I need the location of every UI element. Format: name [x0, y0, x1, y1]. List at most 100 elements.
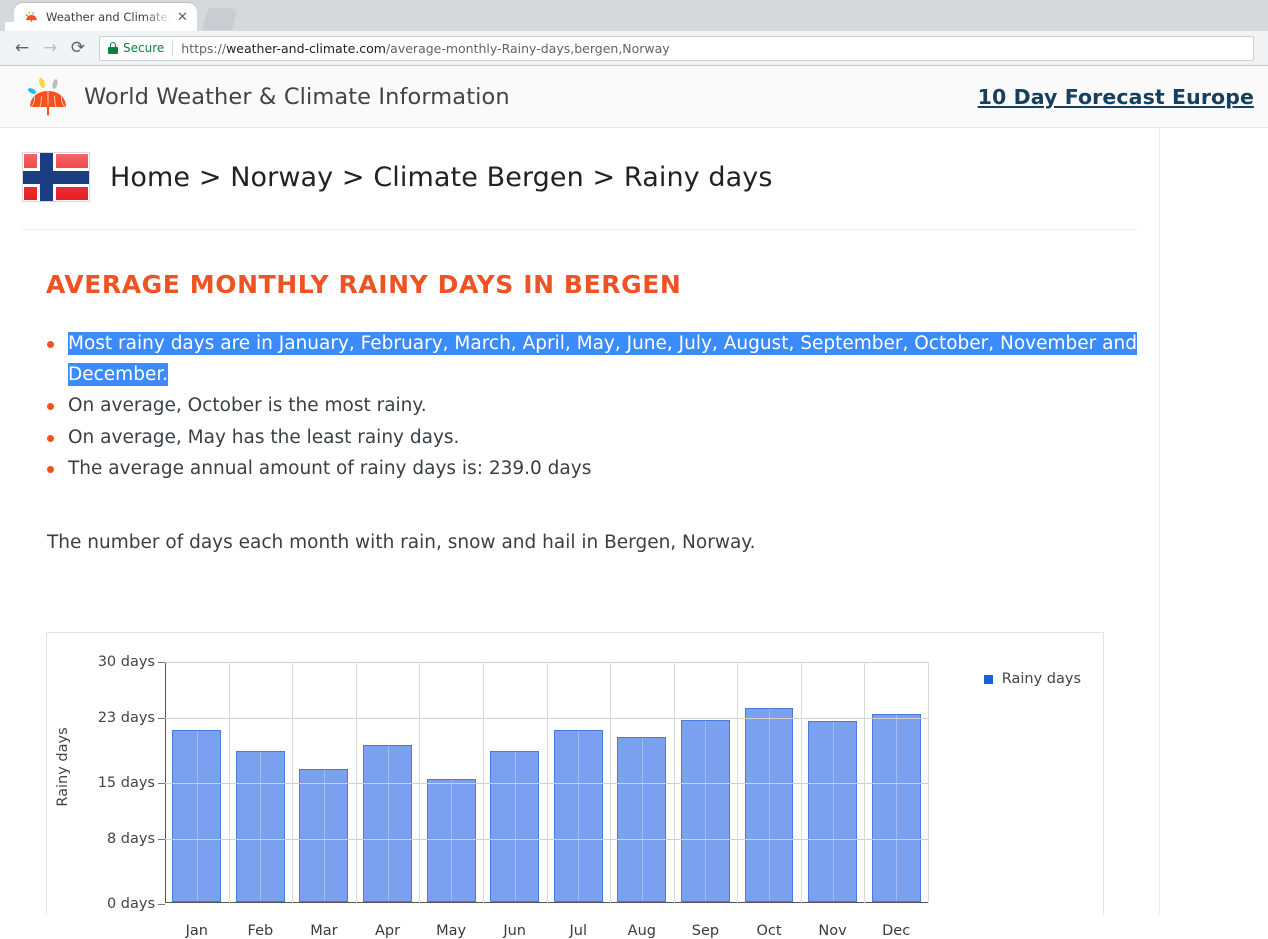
- chart-bar-midline: [641, 738, 643, 901]
- ten-day-forecast-europe-link[interactable]: 10 Day Forecast Europe: [978, 85, 1254, 109]
- tab-title: Weather and Climate: Be: [46, 10, 172, 24]
- chart-bar-nov[interactable]: [808, 721, 858, 902]
- chart-bar-may[interactable]: [426, 779, 476, 902]
- chart-gridline-vertical: [800, 662, 802, 903]
- browser-tab[interactable]: Weather and Climate: Be ✕: [14, 3, 197, 31]
- url-path: /average-monthly-Rainy-days,bergen,Norwa…: [385, 40, 670, 56]
- reload-icon[interactable]: ⟳: [64, 34, 92, 62]
- chart-bar-sep[interactable]: [680, 719, 730, 902]
- chart-bar-midline: [196, 731, 198, 901]
- chart-caption: The number of days each month with rain,…: [47, 531, 756, 553]
- chart-x-tick-label: Jan: [185, 923, 208, 939]
- chart-bar-midline: [387, 745, 389, 901]
- chart-y-tick-mark: [158, 783, 165, 784]
- chart-y-tick-mark: [158, 662, 165, 663]
- chart-gridline-vertical: [228, 662, 230, 903]
- chart-bar-slot: [165, 662, 229, 902]
- rainy-days-chart[interactable]: Rainy days 0 days 8 days 15 days 23 days 30 …: [46, 632, 1104, 939]
- new-tab-button[interactable]: [201, 8, 239, 30]
- page-title: Average monthly Rainy days in Bergen: [46, 270, 682, 299]
- chart-inner: Rainy days 0 days 8 days 15 days 23 days 30 …: [47, 633, 1103, 939]
- lock-icon: [108, 42, 118, 54]
- chart-bar-midline: [260, 752, 262, 901]
- chart-bar-slot: [483, 662, 547, 902]
- chart-x-axis-labels: Jan Feb Mar Apr May Jun Jul Aug Sep Oct Nov Dec: [165, 923, 928, 939]
- chart-x-tick-label: Aug: [627, 923, 656, 939]
- chart-bar-slot: [801, 662, 865, 902]
- site-name: World Weather & Climate Information: [84, 83, 510, 110]
- chart-bar-jul[interactable]: [553, 730, 603, 902]
- chart-bar-dec[interactable]: [871, 714, 921, 902]
- chart-bar-mar[interactable]: [299, 768, 349, 902]
- chart-bar-apr[interactable]: [363, 744, 413, 902]
- browser-toolbar: ← → ⟳ Secure https://weather-and-climate…: [0, 31, 1268, 66]
- legend-swatch-icon: [983, 674, 993, 684]
- chart-bar-slot: [864, 662, 928, 902]
- breadcrumb-text[interactable]: Home > Norway > Climate Bergen > Rainy d…: [110, 162, 773, 193]
- fact-text: On average, October is the most rainy.: [68, 395, 427, 416]
- chart-y-tick-label: 0 days: [106, 896, 155, 912]
- site-header: World Weather & Climate Information 10 D…: [0, 66, 1268, 128]
- umbrella-favicon: [24, 10, 39, 25]
- chart-plot-area: [165, 662, 929, 903]
- url-scheme: https://: [181, 40, 227, 56]
- chart-gridline-vertical: [419, 662, 421, 903]
- page-body: Home > Norway > Climate Bergen > Rainy d…: [0, 128, 1268, 939]
- chart-bar-slot: [229, 662, 293, 902]
- fact-text-selected: Most rainy days are in January, February…: [68, 332, 1137, 386]
- chart-bar-aug[interactable]: [617, 737, 667, 902]
- breadcrumb: Home > Norway > Climate Bergen > Rainy d…: [0, 128, 1159, 202]
- chart-gridline-vertical: [546, 662, 548, 903]
- list-item: On average, May has the least rainy days…: [0, 423, 1159, 454]
- back-arrow-icon[interactable]: ←: [8, 34, 36, 62]
- address-bar[interactable]: Secure https://weather-and-climate.com/a…: [99, 35, 1254, 61]
- chart-bar-feb[interactable]: [235, 751, 285, 902]
- fact-text: On average, May has the least rainy days…: [68, 426, 460, 448]
- chart-bar-midline: [768, 709, 770, 901]
- list-item: The average annual amount of rainy days …: [0, 454, 1159, 485]
- list-item: On average, October is the most rainy.: [0, 391, 1159, 422]
- chart-gridline-vertical: [355, 662, 357, 903]
- chart-y-axis-title: Rainy days: [55, 727, 71, 807]
- chart-x-tick-label: Mar: [310, 923, 338, 939]
- url-host: weather-and-climate.com: [226, 40, 386, 56]
- chart-x-tick-label: Nov: [818, 923, 847, 939]
- chart-x-tick-label: Jul: [569, 923, 588, 939]
- chart-bar-midline: [832, 722, 834, 901]
- forward-arrow-icon[interactable]: →: [36, 34, 64, 62]
- chart-bar-slot: [292, 662, 356, 902]
- chart-y-tick-label: 15 days: [97, 775, 155, 791]
- url-text: https://weather-and-climate.com/average-…: [181, 41, 669, 56]
- chart-y-tick-mark: [158, 839, 165, 841]
- chart-bar-jun[interactable]: [490, 751, 540, 902]
- chart-gridline-vertical: [610, 662, 612, 903]
- chart-bar-midline: [323, 769, 325, 901]
- close-icon[interactable]: ✕: [174, 9, 191, 26]
- chart-y-tick-label: 23 days: [97, 710, 155, 727]
- chart-x-tick-label: Jun: [503, 923, 526, 939]
- chart-y-tick-mark: [158, 904, 165, 905]
- chart-y-tick-mark: [158, 718, 165, 720]
- chart-bar-jan[interactable]: [172, 730, 222, 902]
- tab-strip: Weather and Climate: Be ✕: [0, 0, 1268, 31]
- chart-gridline-vertical: [864, 662, 866, 903]
- security-status-label: Secure: [123, 41, 165, 55]
- chart-y-tick-label: 8 days: [106, 831, 155, 848]
- chart-bar-oct[interactable]: [744, 708, 794, 902]
- content-divider: [22, 229, 1137, 230]
- chart-legend: Rainy days: [983, 671, 1081, 687]
- chart-bar-midline: [578, 731, 580, 901]
- chart-gridline-vertical: [737, 662, 739, 903]
- chart-y-tick-label: 30 days: [97, 654, 155, 670]
- chart-gridline-vertical: [928, 662, 929, 903]
- chart-bar-slot: [419, 662, 483, 902]
- fact-text: The average annual amount of rainy days …: [68, 458, 592, 479]
- umbrella-logo-icon[interactable]: [20, 75, 76, 119]
- list-item: Most rainy days are in January, February…: [0, 329, 1159, 390]
- chart-bar-midline: [514, 752, 516, 901]
- chart-gridline-vertical: [292, 662, 294, 903]
- chart-bar-midline: [705, 720, 707, 901]
- facts-list: Most rainy days are in January, February…: [0, 329, 1159, 485]
- right-sidebar: [1161, 128, 1268, 915]
- chart-bar-slot: [674, 662, 738, 902]
